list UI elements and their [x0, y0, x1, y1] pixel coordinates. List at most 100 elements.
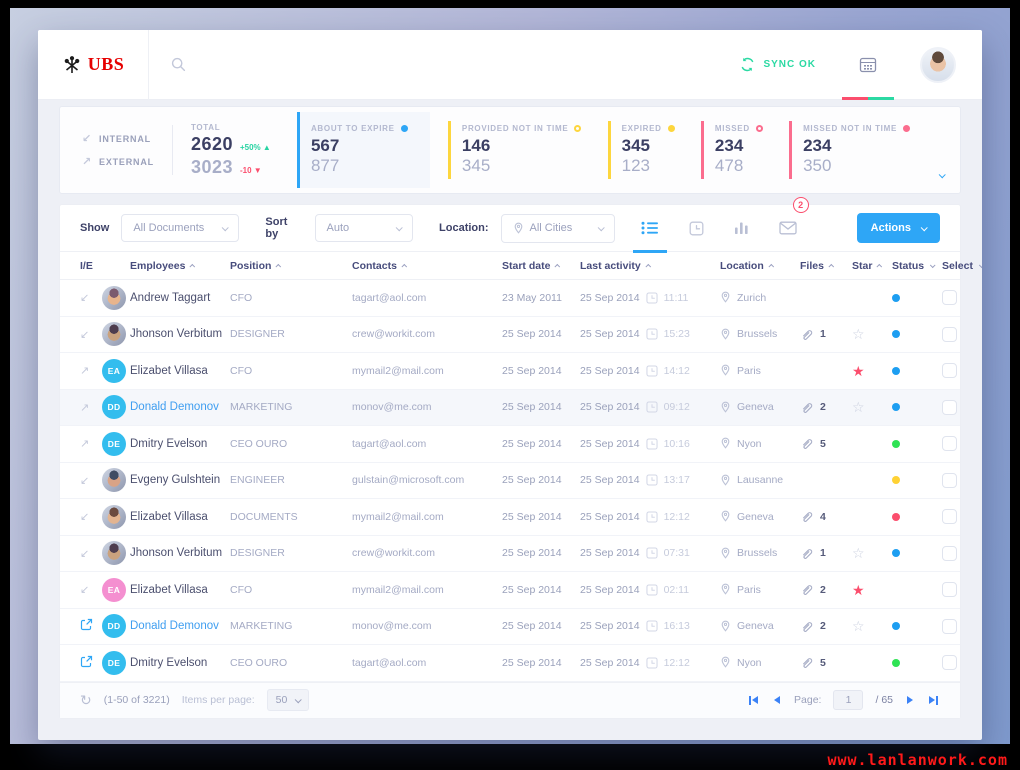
contact-cell[interactable]: gulstain@microsoft.com: [352, 474, 502, 486]
column-header[interactable]: Position: [230, 260, 352, 272]
table-row[interactable]: ↙ ↗ Jhonson Verbitum DESIGNER crew@worki…: [60, 536, 960, 572]
star-icon[interactable]: ★: [852, 583, 865, 597]
search-icon[interactable]: [171, 57, 186, 72]
external-link-icon[interactable]: [80, 618, 93, 631]
files-cell[interactable]: 1: [800, 547, 852, 560]
employee-name[interactable]: Jhonson Verbitum: [130, 547, 230, 559]
files-cell[interactable]: 1: [800, 328, 852, 341]
stat-card[interactable]: ABOUT TO EXPIRE 567 877: [296, 112, 430, 188]
star-icon[interactable]: ★: [852, 364, 865, 378]
sort-dropdown[interactable]: Auto: [314, 214, 414, 242]
employee-name[interactable]: Andrew Taggart: [130, 292, 230, 304]
avatar[interactable]: EA: [102, 358, 126, 383]
row-checkbox[interactable]: [942, 436, 957, 452]
files-cell[interactable]: 2: [800, 620, 852, 633]
table-row[interactable]: ↙ ↗ DE Dmitry Evelson CEO OURO tagart@ao…: [60, 645, 960, 682]
star-icon[interactable]: ☆: [852, 400, 865, 414]
list-view-button[interactable]: [632, 205, 667, 253]
employee-name[interactable]: Elizabet Villasa: [130, 511, 230, 523]
first-page-button[interactable]: [747, 694, 760, 707]
stat-card[interactable]: MISSED 234 478: [700, 121, 771, 179]
table-row[interactable]: ↙ ↗ EA Elizabet Villasa CFO mymail2@mail…: [60, 353, 960, 390]
star-icon[interactable]: ☆: [852, 327, 865, 341]
avatar[interactable]: [102, 322, 126, 347]
table-row[interactable]: ↙ ↗ DE Dmitry Evelson CEO OURO tagart@ao…: [60, 426, 960, 463]
column-header[interactable]: Last activity: [580, 260, 720, 272]
row-checkbox[interactable]: [942, 545, 957, 561]
employee-name[interactable]: Elizabet Villasa: [130, 584, 230, 596]
messages-button[interactable]: 2: [779, 196, 809, 252]
column-header[interactable]: Contacts: [352, 260, 502, 272]
employee-name[interactable]: Dmitry Evelson: [130, 657, 230, 669]
files-cell[interactable]: 2: [800, 401, 852, 414]
sync-status[interactable]: SYNC OK: [740, 57, 816, 72]
table-row[interactable]: ↙ ↗ Evgeny Gulshtein ENGINEER gulstain@m…: [60, 463, 960, 499]
contact-cell[interactable]: crew@workit.com: [352, 328, 502, 340]
row-checkbox[interactable]: [942, 509, 957, 525]
column-header[interactable]: Files: [800, 260, 852, 272]
files-cell[interactable]: 4: [800, 510, 852, 523]
page-input[interactable]: [833, 690, 864, 710]
contact-cell[interactable]: crew@workit.com: [352, 547, 502, 559]
avatar[interactable]: [102, 285, 126, 310]
external-link-icon[interactable]: [80, 655, 93, 668]
row-checkbox[interactable]: [942, 399, 957, 415]
table-row[interactable]: ↙ ↗ DD Donald Demonov MARKETING monov@me…: [60, 609, 960, 645]
contact-cell[interactable]: tagart@aol.com: [352, 657, 502, 669]
stat-card[interactable]: MISSED NOT IN TIME 234 350: [789, 121, 918, 179]
avatar[interactable]: DD: [102, 614, 126, 639]
avatar[interactable]: EA: [102, 577, 126, 602]
contact-cell[interactable]: mymail2@mail.com: [352, 511, 502, 523]
row-checkbox[interactable]: [942, 472, 957, 488]
contact-cell[interactable]: monov@me.com: [352, 401, 502, 413]
location-dropdown[interactable]: All Cities: [500, 213, 615, 243]
show-dropdown[interactable]: All Documents: [121, 214, 240, 242]
table-row[interactable]: ↙ ↗ DD Donald Demonov MARKETING monov@me…: [60, 389, 960, 426]
files-cell[interactable]: 5: [800, 437, 852, 450]
avatar[interactable]: [102, 504, 126, 529]
employee-name[interactable]: Donald Demonov: [130, 620, 230, 632]
user-avatar[interactable]: [920, 46, 956, 83]
employee-name[interactable]: Elizabet Villasa: [130, 365, 230, 377]
files-cell[interactable]: 5: [800, 656, 852, 669]
timeline-view-button[interactable]: [689, 205, 704, 252]
chart-view-button[interactable]: [734, 205, 749, 252]
table-row[interactable]: ↙ ↗ EA Elizabet Villasa CFO mymail2@mail…: [60, 572, 960, 609]
table-row[interactable]: ↙ ↗ Jhonson Verbitum DESIGNER crew@worki…: [60, 317, 960, 353]
contact-cell[interactable]: mymail2@mail.com: [352, 584, 502, 596]
avatar[interactable]: [102, 541, 126, 566]
employee-name[interactable]: Jhonson Verbitum: [130, 328, 230, 340]
row-checkbox[interactable]: [942, 326, 957, 342]
items-per-page-dropdown[interactable]: 50: [266, 689, 310, 711]
star-icon[interactable]: ☆: [852, 619, 865, 633]
refresh-icon[interactable]: ↻: [80, 692, 92, 709]
column-header[interactable]: Star: [852, 260, 892, 272]
prev-page-button[interactable]: [772, 694, 782, 706]
avatar[interactable]: DD: [102, 395, 126, 420]
search-input[interactable]: [196, 57, 496, 72]
star-icon[interactable]: ☆: [852, 546, 865, 560]
external-filter[interactable]: ↗ EXTERNAL: [82, 155, 154, 168]
actions-button[interactable]: Actions: [856, 213, 940, 243]
employee-name[interactable]: Evgeny Gulshtein: [130, 474, 230, 486]
row-checkbox[interactable]: [942, 290, 957, 306]
column-header[interactable]: Location: [720, 260, 800, 272]
avatar[interactable]: [102, 468, 126, 493]
column-header[interactable]: Start date: [502, 260, 580, 272]
row-checkbox[interactable]: [942, 618, 957, 634]
calendar-button[interactable]: [842, 30, 894, 100]
column-header[interactable]: Employees: [130, 260, 230, 272]
contact-cell[interactable]: mymail2@mail.com: [352, 365, 502, 377]
column-header[interactable]: I/E: [80, 260, 102, 272]
table-row[interactable]: ↙ ↗ Andrew Taggart CFO tagart@aol.com 23…: [60, 280, 960, 317]
last-page-button[interactable]: [927, 694, 940, 707]
next-page-button[interactable]: [905, 694, 915, 706]
stat-card[interactable]: EXPIRED 345 123: [607, 121, 683, 179]
stats-collapse-chevron[interactable]: [938, 165, 946, 183]
avatar[interactable]: DE: [102, 431, 126, 456]
column-header[interactable]: Select: [942, 260, 982, 272]
contact-cell[interactable]: tagart@aol.com: [352, 438, 502, 450]
avatar[interactable]: DE: [102, 650, 126, 675]
column-header[interactable]: Status: [892, 260, 942, 272]
row-checkbox[interactable]: [942, 582, 957, 598]
